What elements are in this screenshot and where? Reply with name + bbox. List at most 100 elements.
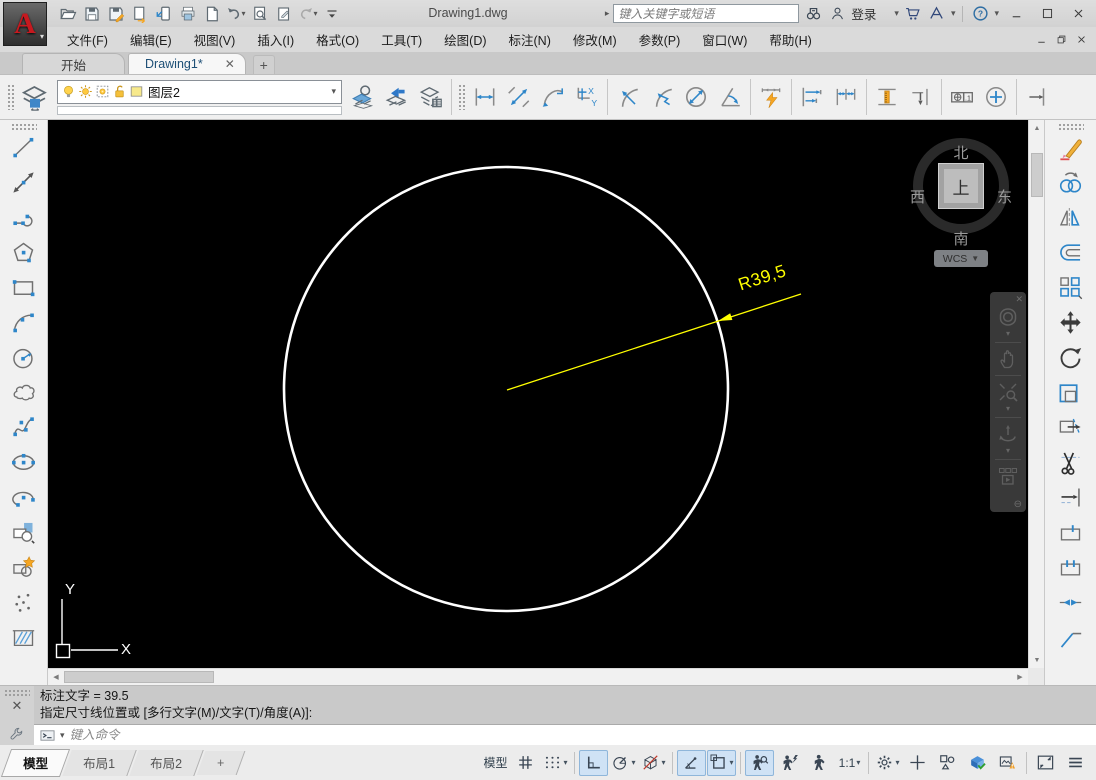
vertical-scroll-thumb[interactable] — [1031, 153, 1043, 197]
signin-label[interactable]: 登录 — [851, 4, 876, 23]
horizontal-scroll-thumb[interactable] — [64, 671, 214, 683]
layer-dropdown[interactable]: 图层2 ▾ — [57, 79, 342, 104]
mobile-upload-icon[interactable] — [152, 3, 175, 25]
sketch-icon[interactable] — [272, 3, 295, 25]
tolerance-icon[interactable]: .1 — [945, 79, 979, 115]
stretch-icon[interactable] — [1053, 410, 1089, 445]
pan-hand-icon[interactable] — [993, 346, 1023, 372]
quick-dim-icon[interactable] — [754, 79, 788, 115]
revision-cloud-icon[interactable] — [6, 375, 42, 410]
menu-item-8[interactable]: 修改(M) — [562, 30, 628, 49]
new-icon[interactable] — [200, 3, 223, 25]
menu-item-10[interactable]: 窗口(W) — [691, 30, 758, 49]
viewcube-east-label[interactable]: 东 — [997, 186, 1012, 207]
dim-radius-icon[interactable] — [611, 79, 645, 115]
graphics-performance-icon[interactable] — [993, 750, 1022, 776]
chevron-down-icon[interactable]: ▾ — [313, 9, 317, 18]
toolbar-grip[interactable] — [10, 123, 37, 130]
chevron-down-icon[interactable]: ▾ — [729, 758, 733, 767]
menu-item-2[interactable]: 视图(V) — [183, 30, 247, 49]
scroll-left-arrow[interactable]: ◀ — [48, 669, 64, 685]
nav-zoom-icon[interactable] — [993, 379, 1023, 405]
dim-jogged-icon[interactable] — [645, 79, 679, 115]
construction-line-icon[interactable] — [6, 165, 42, 200]
layer-state-combo[interactable] — [57, 105, 342, 115]
copy-icon[interactable] — [1053, 165, 1089, 200]
make-current-icon[interactable] — [346, 79, 380, 115]
dim-arc-length-icon[interactable] — [536, 79, 570, 115]
minimize-button[interactable] — [1003, 4, 1030, 24]
polar-tracking-icon[interactable]: ▾ — [609, 750, 638, 776]
spline-icon[interactable] — [6, 410, 42, 445]
model-space-button[interactable]: 模型 — [481, 750, 510, 776]
hatch-icon[interactable] — [6, 620, 42, 655]
rotate-icon[interactable] — [1053, 340, 1089, 375]
mirror-icon[interactable] — [1053, 200, 1089, 235]
tab-close-icon[interactable]: ✕ — [225, 57, 235, 71]
user-icon[interactable] — [827, 4, 847, 24]
freeze-frame-icon[interactable] — [95, 84, 110, 99]
horizontal-scrollbar[interactable]: ◀ ▶ — [48, 668, 1028, 685]
dim-space-icon[interactable] — [870, 79, 904, 115]
redo-icon[interactable]: ▾ — [296, 3, 319, 25]
array-icon[interactable] — [1053, 270, 1089, 305]
line-icon[interactable] — [6, 130, 42, 165]
chevron-down-icon[interactable]: ▾ — [563, 758, 567, 767]
chevron-down-icon[interactable]: ▾ — [661, 758, 665, 767]
dim-break-icon[interactable] — [904, 79, 938, 115]
infocenter-expand-icon[interactable]: ▸ — [605, 8, 610, 19]
save-as-icon[interactable] — [104, 3, 127, 25]
preview-icon[interactable] — [248, 3, 271, 25]
export-icon[interactable] — [128, 3, 151, 25]
search-input[interactable] — [613, 4, 800, 23]
menu-item-1[interactable]: 编辑(E) — [119, 30, 183, 49]
ellipse-icon[interactable] — [6, 445, 42, 480]
isolate-objects-icon[interactable] — [933, 750, 962, 776]
help-icon[interactable]: ? — [970, 4, 990, 24]
grid-display-icon[interactable] — [511, 750, 540, 776]
menu-item-0[interactable]: 文件(F) — [56, 30, 119, 49]
menu-item-4[interactable]: 格式(O) — [305, 30, 370, 49]
annotation-visibility-icon[interactable] — [745, 749, 774, 776]
chevron-down-icon[interactable]: ▾ — [951, 8, 956, 19]
layout-tab-0[interactable]: 模型 — [0, 748, 71, 777]
maximize-button[interactable] — [1034, 4, 1061, 24]
scroll-up-arrow[interactable]: ▲ — [1029, 120, 1045, 136]
ellipse-arc-icon[interactable] — [6, 480, 42, 515]
object-snap-icon[interactable]: ▾ — [707, 749, 736, 776]
customization-icon[interactable] — [1061, 750, 1090, 776]
nav-wheel-icon[interactable] — [993, 304, 1023, 330]
annotation-scale-button[interactable]: 1:1 ▾ — [835, 750, 864, 776]
polygon-icon[interactable] — [6, 235, 42, 270]
menu-item-7[interactable]: 标注(N) — [498, 30, 562, 49]
dim-diameter-icon[interactable] — [679, 79, 713, 115]
viewcube-south-label[interactable]: 南 — [906, 228, 1016, 249]
doc-close-button[interactable] — [1072, 32, 1090, 48]
rectangle-icon[interactable] — [6, 270, 42, 305]
layout-tab-2[interactable]: 布局2 — [129, 749, 204, 776]
dim-ordinate-icon[interactable]: XY — [570, 79, 604, 115]
navbar-collapse-icon[interactable]: ⊖ — [1014, 499, 1022, 510]
layout-tab-1[interactable]: 布局1 — [62, 749, 137, 776]
dim-angular-icon[interactable] — [713, 79, 747, 115]
isometric-drafting-icon[interactable]: ▾ — [639, 750, 668, 776]
viewcube-west-label[interactable]: 西 — [910, 186, 925, 207]
chamfer-icon[interactable] — [1053, 620, 1089, 655]
unlock-icon[interactable] — [112, 84, 127, 99]
chevron-down-icon[interactable]: ▾ — [994, 8, 999, 19]
menu-item-11[interactable]: 帮助(H) — [758, 30, 822, 49]
undo-icon[interactable]: ▾ — [224, 3, 247, 25]
scale-icon[interactable] — [1053, 375, 1089, 410]
chevron-down-icon[interactable]: ▾ — [1006, 405, 1010, 414]
viewcube[interactable]: 北 南 西 东 上 — [906, 128, 1016, 248]
command-history[interactable]: 标注文字 = 39.5 指定尺寸线位置或 [多行文字(M)/文字(T)/角度(A… — [34, 686, 1096, 724]
polyline-icon[interactable] — [6, 200, 42, 235]
chevron-down-icon[interactable]: ▾ — [1006, 330, 1010, 339]
app-store-cart-icon[interactable] — [903, 4, 923, 24]
toolbar-grip[interactable] — [1057, 123, 1084, 130]
sun-icon[interactable] — [78, 84, 93, 99]
toolbar-overflow-icon[interactable] — [320, 3, 343, 25]
chevron-down-icon[interactable]: ▾ — [60, 730, 65, 741]
move-icon[interactable] — [1053, 305, 1089, 340]
open-icon[interactable] — [56, 3, 79, 25]
